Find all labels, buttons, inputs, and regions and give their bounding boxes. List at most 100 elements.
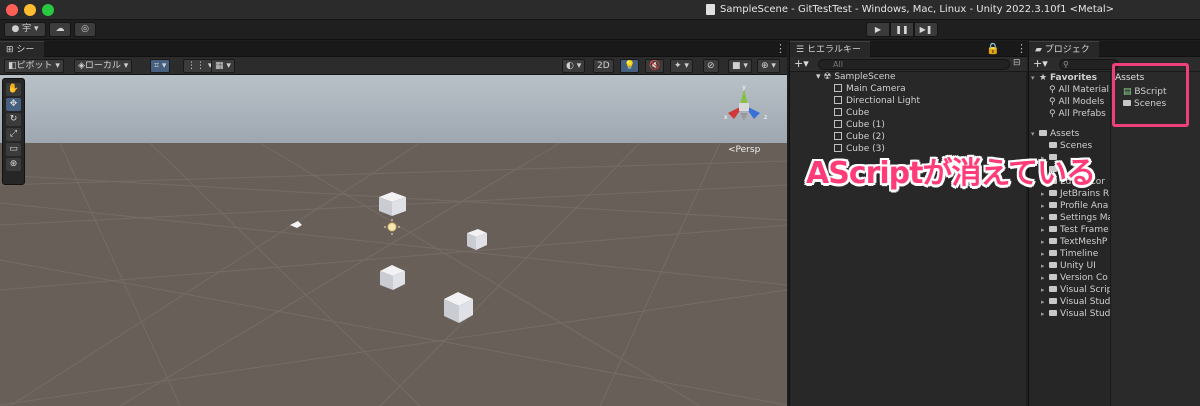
asset-folder-label: Unity UI [1060, 261, 1096, 271]
hierarchy-item-label: Main Camera [846, 84, 906, 94]
folder-icon [1049, 262, 1057, 268]
hierarchy-tab-bar: ☰ ヒエラルキー 🔒 ⋮ [790, 41, 1027, 57]
asset-folder[interactable]: ▸ Visual Stud [1041, 296, 1110, 308]
step-button[interactable]: ▶❚ [914, 22, 938, 37]
folder-icon [1049, 202, 1057, 208]
local-button[interactable]: ◈ローカル ▾ [74, 59, 133, 73]
hierarchy-scene-row[interactable]: ▾ ☢ SampleScene [816, 71, 896, 83]
create-asset-button[interactable]: +▾ [1033, 57, 1048, 70]
hierarchy-item-label: Directional Light [846, 96, 920, 106]
gizmos-button[interactable]: ⊕ ▾ [757, 59, 780, 73]
pivot-button[interactable]: ◧ピボット ▾ [4, 59, 64, 73]
asset-folder[interactable]: ▸ Visual Scrip [1041, 284, 1110, 296]
hierarchy-item-label: Cube (1) [846, 120, 885, 130]
window-title: SampleScene - GitTestTest - Windows, Mac… [720, 4, 1115, 15]
hierarchy-item-label: Cube [846, 108, 870, 118]
tab-scene[interactable]: ⊞ シーン [0, 41, 44, 71]
scene-tab-bar: ⊞ シーン ⋮ [0, 41, 787, 71]
hierarchy-search-input[interactable]: All [818, 59, 1010, 70]
title-bar: SampleScene - GitTestTest - Windows, Mac… [0, 0, 1200, 20]
pivot-icon: ◧ [8, 61, 17, 71]
asset-folder[interactable]: ▸ Version Co [1041, 272, 1108, 284]
scene-panel: ⊞ シーン ⋮ ◧ピボット ▾ ◈ローカル ▾ ⌗ ▾ ⋮⋮ ▾ ▦ ▾ ◐ ▾… [0, 41, 787, 406]
add-object-button[interactable]: +▾ [794, 57, 809, 70]
annotation-text: AScriptが消えている [806, 156, 1096, 191]
search-icon: ⚲ [1063, 60, 1069, 69]
folder-icon [1049, 310, 1057, 316]
asset-folder-label: Settings Ma [1060, 213, 1111, 223]
favorites-item-label: All Prefabs [1058, 109, 1106, 119]
collab-icon[interactable]: ◎ [74, 22, 96, 37]
account-button[interactable]: ● 宇 ▾ [4, 22, 46, 37]
draw-mode-button[interactable]: ◐ ▾ [562, 59, 586, 73]
asset-folder[interactable]: ▸ TextMeshP [1041, 236, 1107, 248]
assets-label: Assets [1050, 129, 1080, 139]
scene-name: SampleScene [834, 72, 896, 82]
pause-button[interactable]: ❚❚ [890, 22, 914, 37]
asset-folder[interactable]: ▸ Visual Stud [1041, 308, 1110, 320]
grid-snap-button[interactable]: ⌗ ▾ [150, 59, 171, 73]
folder-icon [1049, 250, 1057, 256]
favorites-item-label: All Models [1058, 97, 1105, 107]
pivot-label: ピボット [16, 61, 53, 71]
cube-object[interactable] [379, 192, 406, 216]
folder-icon [1049, 238, 1057, 244]
project-tab-bar: ▰ プロジェクト [1029, 41, 1200, 71]
asset-folder[interactable]: ▸ Timeline [1041, 248, 1098, 260]
hierarchy-item[interactable]: Directional Light [834, 95, 920, 107]
favorites-row[interactable]: ▾ ★ Favorites [1031, 72, 1097, 84]
assets-row[interactable]: ▾ Assets [1031, 128, 1079, 140]
grid-icon: ⊞ [6, 45, 17, 55]
folder-tab-icon: ▰ [1035, 45, 1045, 55]
camera-object-icon[interactable] [290, 221, 302, 228]
camera-settings-icon[interactable]: ■ ▾ [728, 59, 752, 73]
close-window-button[interactable] [6, 4, 18, 16]
gizmo-z-label: z [764, 114, 767, 121]
highlight-box [1112, 63, 1189, 127]
asset-folder[interactable]: ▸ Settings Ma [1041, 212, 1111, 224]
cube-object[interactable] [380, 265, 405, 290]
cube-object[interactable] [467, 229, 487, 250]
search-filter-icon[interactable]: ⊟ [1013, 58, 1021, 68]
favorites-item[interactable]: ⚲ All Material [1049, 84, 1109, 96]
hierarchy-menu-icon[interactable]: ⋮ [1016, 42, 1027, 55]
snap-settings-button[interactable]: ▦ ▾ [211, 59, 235, 73]
scene-menu-icon[interactable]: ⋮ [775, 42, 786, 55]
tab-hierarchy-label: ヒエラルキー [806, 45, 861, 55]
favorites-item[interactable]: ⚲ All Models [1049, 96, 1104, 108]
favorites-item-label: All Material [1058, 85, 1110, 95]
star-icon: ★ [1039, 73, 1050, 83]
lock-icon[interactable]: 🔒 [986, 42, 1000, 55]
asset-folder[interactable]: ▸ Test Frame [1041, 224, 1109, 236]
effects-toggle-icon[interactable]: ✦ ▾ [670, 59, 693, 73]
sun-light-icon[interactable] [384, 219, 400, 235]
local-icon: ◈ [78, 61, 85, 71]
audio-toggle-icon[interactable]: 🔇 [645, 59, 665, 73]
mode-2d-button[interactable]: 2D [593, 59, 614, 73]
play-button[interactable]: ▶ [866, 22, 890, 37]
scene-viewport[interactable]: ✋ ✥ ↻ ⤢ ▭ ⊛ y x z <Persp [0, 75, 787, 406]
asset-folder-label: Test Frame [1060, 225, 1109, 235]
cube-object[interactable] [444, 292, 473, 323]
document-icon [706, 4, 715, 15]
lighting-toggle-icon[interactable]: 💡 [620, 59, 640, 73]
tab-project[interactable]: ▰ プロジェクト [1029, 41, 1099, 71]
hidden-toggle-icon[interactable]: ⊘ [703, 59, 719, 73]
hierarchy-search-placeholder: All [833, 60, 843, 69]
project-search-input[interactable]: ⚲ [1059, 59, 1119, 70]
asset-folder[interactable]: ▸ Unity UI [1041, 260, 1096, 272]
persp-label[interactable]: <Persp [728, 145, 760, 155]
hierarchy-item[interactable]: Cube (1) [834, 119, 885, 131]
asset-folder[interactable]: ▸ Profile Ana [1041, 200, 1108, 212]
hierarchy-item[interactable]: Main Camera [834, 83, 906, 95]
orientation-gizmo[interactable]: y x z [716, 85, 772, 135]
asset-folder-label: TextMeshP [1060, 237, 1108, 247]
minimize-window-button[interactable] [24, 4, 36, 16]
hierarchy-item[interactable]: Cube [834, 107, 869, 119]
zoom-window-button[interactable] [42, 4, 54, 16]
asset-folder-label: Visual Stud [1060, 297, 1111, 307]
tab-hierarchy[interactable]: ☰ ヒエラルキー [790, 41, 870, 57]
cloud-icon[interactable]: ☁ [49, 22, 71, 37]
hierarchy-item[interactable]: Cube (2) [834, 131, 885, 143]
favorites-item[interactable]: ⚲ All Prefabs [1049, 108, 1106, 120]
